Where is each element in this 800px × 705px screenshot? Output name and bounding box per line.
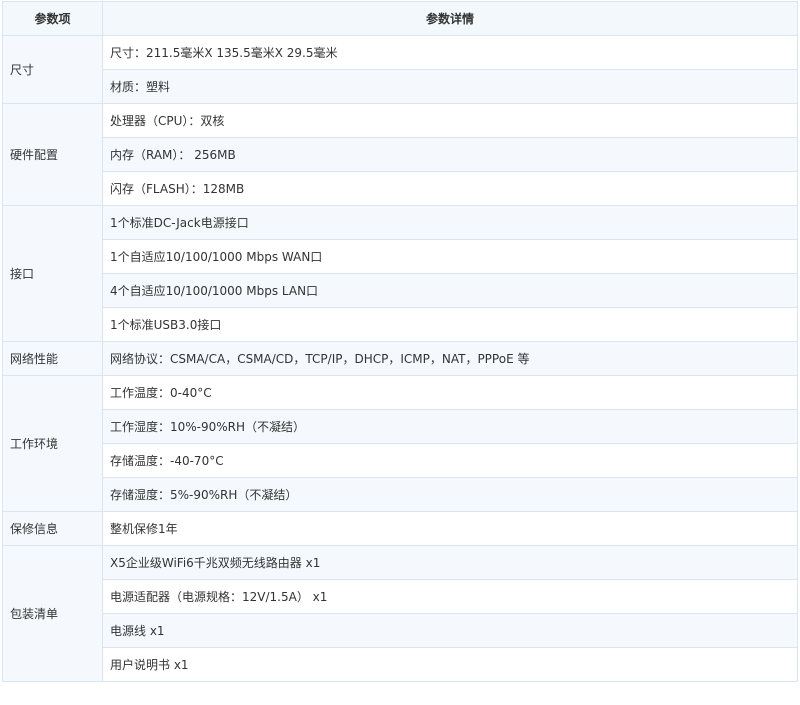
table-row: 闪存（FLASH）：128MB (3, 171, 798, 206)
param-detail-cell: 存储温度：-40-70°C (102, 443, 798, 478)
table-row: 1个自适应10/100/1000 Mbps WAN口 (3, 239, 798, 274)
header-param-item: 参数项 (2, 1, 103, 36)
param-group-label: 接口 (2, 205, 103, 342)
spec-table: 参数项 参数详情 尺寸 尺寸：211.5毫米X 135.5毫米X 29.5毫米 材质… (2, 1, 798, 682)
param-detail-cell: 电源线 x1 (102, 613, 798, 648)
spec-table-body: 尺寸 尺寸：211.5毫米X 135.5毫米X 29.5毫米 材质：塑料 硬件配置 处理… (2, 35, 798, 682)
param-detail-cell: 材质：塑料 (102, 69, 798, 104)
param-detail-cell: 4个自适应10/100/1000 Mbps LAN口 (102, 273, 798, 308)
param-detail-cell: 整机保修1年 (102, 511, 798, 546)
table-row: 工作湿度：10%-90%RH（不凝结） (3, 409, 798, 444)
param-detail-cell: 闪存（FLASH）：128MB (102, 171, 798, 206)
table-row: 网络性能 网络协议：CSMA/CA，CSMA/CD，TCP/IP，DHCP，ICM… (2, 341, 798, 376)
table-row: 电源线 x1 (3, 613, 798, 648)
param-detail-cell: 内存（RAM）： 256MB (102, 137, 798, 172)
param-group-label: 工作环境 (2, 375, 103, 512)
param-group-label: 硬件配置 (2, 103, 103, 206)
param-detail-cell: 尺寸：211.5毫米X 135.5毫米X 29.5毫米 (102, 35, 798, 70)
header-param-detail: 参数详情 (102, 1, 798, 36)
table-row: 保修信息 整机保修1年 (2, 511, 798, 546)
param-group-label: 包装清单 (2, 545, 103, 682)
table-row: 用户说明书 x1 (3, 647, 798, 682)
param-detail-cell: 网络协议：CSMA/CA，CSMA/CD，TCP/IP，DHCP，ICMP，NA… (102, 341, 798, 376)
param-detail-cell: 电源适配器（电源规格：12V/1.5A） x1 (102, 579, 798, 614)
param-detail-cell: 用户说明书 x1 (102, 647, 798, 682)
param-detail-cell: 工作湿度：10%-90%RH（不凝结） (102, 409, 798, 444)
table-row: 4个自适应10/100/1000 Mbps LAN口 (3, 273, 798, 308)
table-row: 接口 1个标准DC-Jack电源接口 (2, 205, 798, 342)
table-header-row: 参数项 参数详情 (2, 1, 798, 36)
table-row: 材质：塑料 (3, 69, 798, 104)
param-detail-cell: 存储湿度：5%-90%RH（不凝结） (102, 477, 798, 512)
table-row: 尺寸 尺寸：211.5毫米X 135.5毫米X 29.5毫米 (2, 35, 798, 104)
table-row: 包装清单 X5企业级WiFi6千兆双频无线路由器 x1 (2, 545, 798, 682)
param-detail-cell: 1个标准USB3.0接口 (102, 307, 798, 342)
param-detail-cell: X5企业级WiFi6千兆双频无线路由器 x1 (102, 545, 798, 580)
param-detail-cell: 工作温度：0-40°C (102, 375, 798, 410)
table-row: 1个标准USB3.0接口 (3, 307, 798, 342)
table-row: 硬件配置 处理器（CPU）：双核 (2, 103, 798, 206)
param-detail-cell: 处理器（CPU）：双核 (102, 103, 798, 138)
param-detail-cell: 1个自适应10/100/1000 Mbps WAN口 (102, 239, 798, 274)
param-group-label: 网络性能 (2, 341, 103, 376)
param-group-label: 保修信息 (2, 511, 103, 546)
table-row: 电源适配器（电源规格：12V/1.5A） x1 (3, 579, 798, 614)
table-row: 存储湿度：5%-90%RH（不凝结） (3, 477, 798, 512)
table-row: 内存（RAM）： 256MB (3, 137, 798, 172)
param-group-label: 尺寸 (2, 35, 103, 104)
param-detail-cell: 1个标准DC-Jack电源接口 (102, 205, 798, 240)
table-row: 工作环境 工作温度：0-40°C (2, 375, 798, 512)
table-row: 存储温度：-40-70°C (3, 443, 798, 478)
